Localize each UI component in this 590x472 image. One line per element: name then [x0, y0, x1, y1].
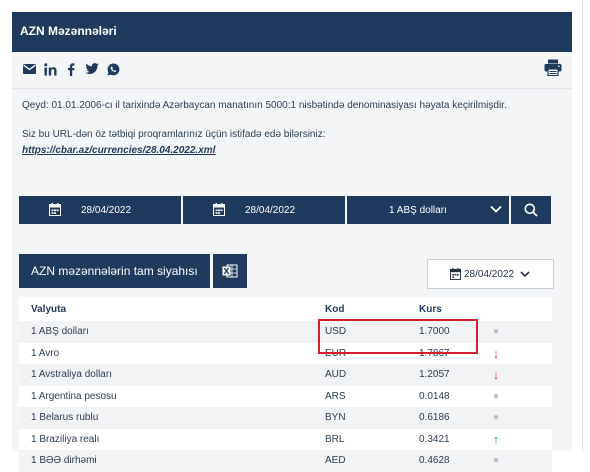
- calendar-icon: [450, 268, 461, 280]
- mail-icon[interactable]: [22, 62, 36, 76]
- currency-panel: AZN Məzənnələri Qeyd: 01.01.2006-cı il t…: [12, 12, 572, 472]
- currency-code: AUD: [324, 364, 418, 386]
- search-icon: [524, 203, 538, 217]
- column-header-trend: [488, 297, 552, 321]
- table-row[interactable]: 1 Avstraliya dolları AUD 1.2057 ↓: [19, 364, 552, 386]
- unchanged-dot-icon: ●: [492, 455, 500, 467]
- calendar-icon: [49, 203, 61, 216]
- table-tabbar: AZN məzənnələrin tam siyahısı: [19, 254, 247, 288]
- table-date-picker[interactable]: 28/04/2022: [427, 259, 554, 289]
- arrow-up-icon: ↑: [492, 431, 500, 447]
- date-to-field[interactable]: 28/04/2022: [183, 196, 345, 224]
- excel-icon: [222, 264, 238, 278]
- currency-select-value: 1 ABŞ dolları: [389, 205, 447, 216]
- linkedin-icon[interactable]: [43, 62, 57, 76]
- table-row[interactable]: 1 Belarus rublu BYN 0.6186 ●: [19, 407, 552, 429]
- xml-url-link[interactable]: https://cbar.az/currencies/28.04.2022.xm…: [22, 145, 215, 156]
- facebook-icon[interactable]: [64, 62, 78, 76]
- twitter-icon[interactable]: [85, 62, 99, 76]
- unchanged-dot-icon: ●: [492, 412, 500, 424]
- currency-rate: 0.3421: [419, 433, 450, 445]
- column-header-code: Kod: [325, 303, 345, 315]
- arrow-down-icon: ↓: [492, 345, 500, 361]
- currency-rate: 0.6186: [418, 407, 488, 429]
- currency-name: 1 BƏƏ dirhəmi: [19, 450, 324, 472]
- currency-name: 1 Belarus rublu: [19, 407, 324, 429]
- chevron-down-icon: [520, 271, 530, 278]
- table-date-value: 28/04/2022: [464, 268, 515, 280]
- export-excel-button[interactable]: [212, 254, 247, 288]
- table-row[interactable]: 1 BƏƏ dirhəmi AED 0.4628 ●: [19, 450, 552, 472]
- arrow-down-icon: ↓: [492, 367, 500, 383]
- tab-full-list-label: AZN məzənnələrin tam siyahısı: [31, 264, 198, 278]
- date-from-value: 28/04/2022: [81, 205, 132, 216]
- printer-icon[interactable]: [544, 59, 564, 77]
- table-row[interactable]: 1 Braziliya realı BRL 0.3421 ↑: [19, 429, 552, 451]
- currency-name: 1 ABŞ dolları: [19, 321, 324, 343]
- currency-code: AED: [324, 450, 418, 472]
- column-header-currency: Valyuta: [31, 303, 67, 315]
- currency-name: 1 Avstraliya dolları: [19, 364, 324, 386]
- table-header-row: Valyuta Kod Kurs: [19, 297, 552, 321]
- currency-select[interactable]: 1 ABŞ dolları: [347, 196, 509, 224]
- currency-code: ARS: [325, 390, 346, 402]
- highlight-box: [318, 319, 478, 354]
- url-note: Siz bu URL-dən öz tətbiqi proqramlarınız…: [22, 129, 326, 140]
- currency-name: 1 Avro: [31, 347, 60, 359]
- share-bar: [22, 62, 120, 76]
- panel-title: AZN Məzənnələri: [20, 24, 117, 38]
- currency-rate: 0.0148: [419, 390, 450, 402]
- table-row[interactable]: 1 Argentina pesosu ARS 0.0148 ●: [19, 386, 552, 408]
- currency-code: BRL: [325, 433, 345, 445]
- page-edge-line: [582, 0, 583, 451]
- unchanged-dot-icon: ●: [492, 390, 500, 402]
- calendar-icon: [213, 203, 225, 216]
- column-header-rate: Kurs: [419, 303, 442, 315]
- currency-code: BYN: [324, 407, 418, 429]
- currency-name: 1 Argentina pesosu: [31, 390, 117, 402]
- search-button[interactable]: [511, 196, 551, 224]
- date-from-field[interactable]: 28/04/2022: [19, 196, 181, 224]
- tab-full-list[interactable]: AZN məzənnələrin tam siyahısı: [19, 254, 210, 288]
- date-to-value: 28/04/2022: [245, 205, 296, 216]
- panel-header: AZN Məzənnələri: [12, 12, 572, 52]
- whatsapp-icon[interactable]: [106, 62, 120, 76]
- unchanged-dot-icon: ●: [492, 326, 500, 338]
- filter-bar: 28/04/2022 28/04/2022 1 ABŞ dolları: [19, 196, 551, 224]
- currency-rate: 1.2057: [418, 364, 488, 386]
- denomination-note: Qeyd: 01.01.2006-cı il tarixində Azərbay…: [22, 100, 507, 111]
- currency-rate: 0.4628: [418, 450, 488, 472]
- currency-name: 1 Braziliya realı: [31, 433, 100, 445]
- header-divider: [12, 88, 572, 89]
- chevron-down-icon: [490, 205, 502, 213]
